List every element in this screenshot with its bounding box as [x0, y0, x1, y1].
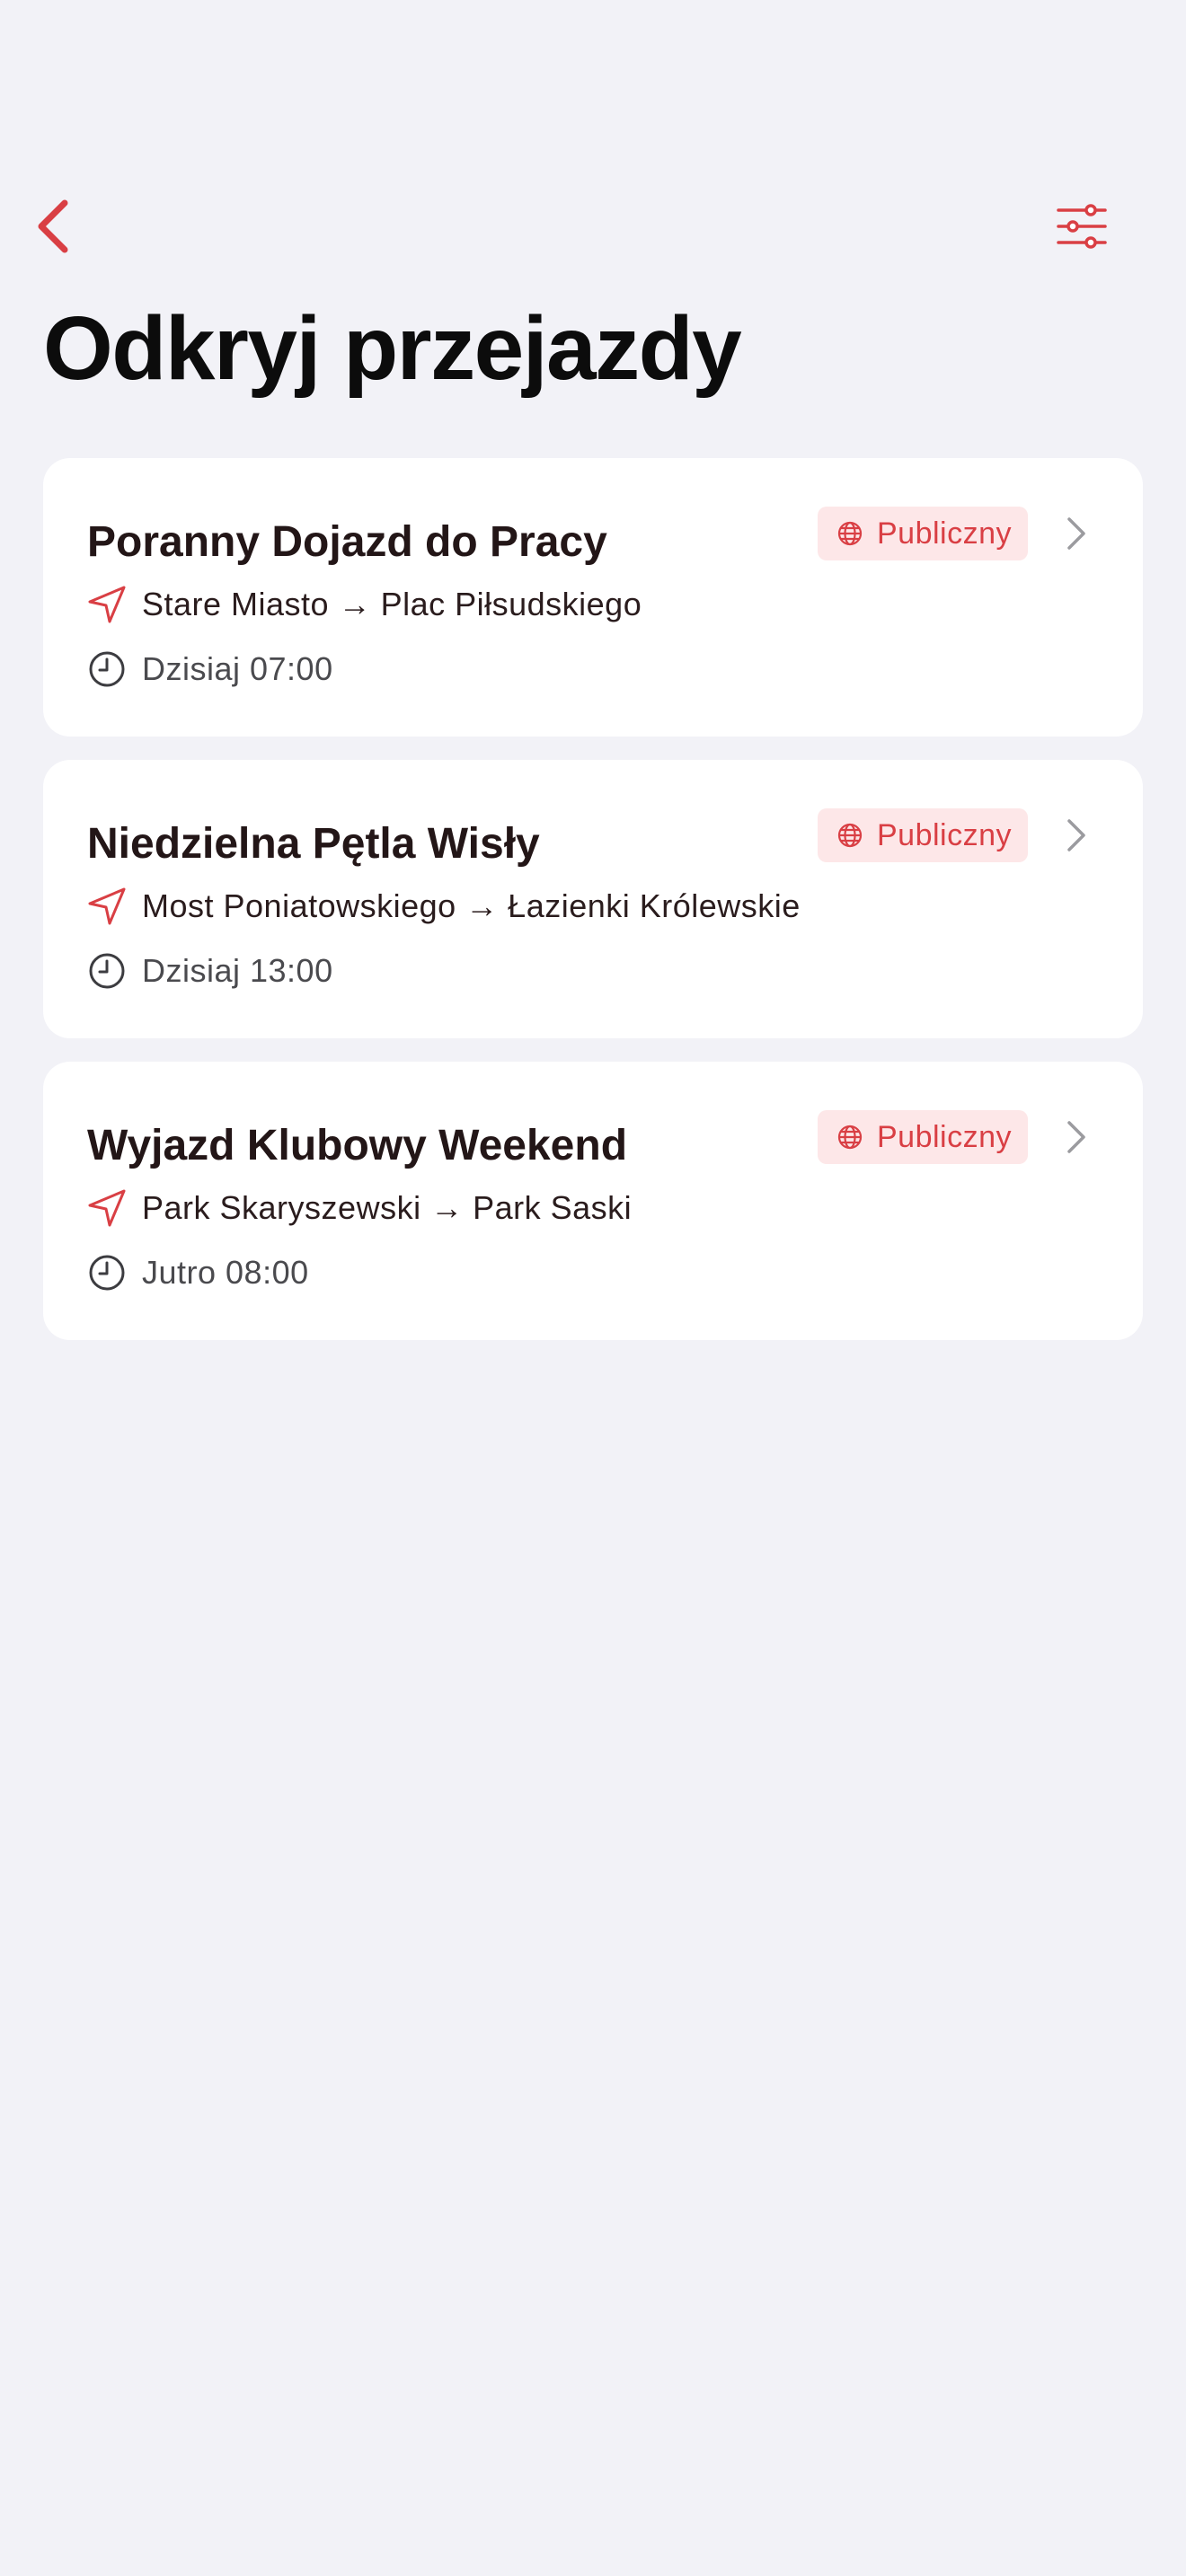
location-arrow-icon: [88, 586, 126, 623]
clock-icon: [89, 1255, 125, 1291]
location-arrow-icon: [88, 887, 126, 925]
route-text: Most Poniatowskiego → Łazienki Królewski…: [142, 887, 801, 924]
badge-label: Publiczny: [877, 516, 1013, 551]
chevron-left-icon: [38, 199, 68, 253]
badge-label: Publiczny: [877, 1119, 1013, 1154]
globe-icon: [837, 521, 863, 546]
globe-icon: [837, 823, 863, 848]
route-row: Stare Miasto → Plac Piłsudskiego: [86, 584, 642, 625]
time-text: Dzisiaj 07:00: [142, 650, 333, 687]
chevron-right-icon: [1067, 1121, 1085, 1153]
back-button[interactable]: [31, 196, 81, 257]
ride-card[interactable]: Wyjazd Klubowy Weekend Publiczny Park Sk…: [43, 1062, 1143, 1340]
route-text: Park Skaryszewski → Park Saski: [142, 1189, 633, 1226]
time-row: Jutro 08:00: [86, 1252, 309, 1293]
ride-title: Wyjazd Klubowy Weekend: [87, 1122, 628, 1169]
sliders-icon: [1057, 204, 1107, 249]
route-row: Most Poniatowskiego → Łazienki Królewski…: [86, 886, 801, 927]
time-text: Dzisiaj 13:00: [142, 952, 333, 989]
ride-card[interactable]: Niedzielna Pętla Wisły Publiczny Most Po…: [43, 760, 1143, 1038]
route-text: Stare Miasto → Plac Piłsudskiego: [142, 586, 642, 622]
globe-icon: [837, 1125, 863, 1150]
badge-label: Publiczny: [877, 817, 1013, 852]
chevron-right-icon: [1067, 819, 1085, 851]
visibility-badge: Publiczny: [818, 507, 1029, 560]
visibility-badge: Publiczny: [818, 808, 1029, 862]
time-text: Jutro 08:00: [142, 1254, 309, 1291]
chevron-right-icon: [1067, 517, 1085, 550]
visibility-badge: Publiczny: [818, 1110, 1029, 1164]
location-arrow-icon: [88, 1189, 126, 1227]
route-row: Park Skaryszewski → Park Saski: [86, 1187, 632, 1229]
ride-title: Poranny Dojazd do Pracy: [87, 518, 607, 566]
clock-icon: [89, 953, 125, 989]
time-row: Dzisiaj 07:00: [86, 648, 333, 690]
filter-button[interactable]: [1053, 199, 1111, 253]
ride-title: Niedzielna Pętla Wisły: [87, 820, 540, 868]
time-row: Dzisiaj 13:00: [86, 950, 333, 992]
ride-card[interactable]: Poranny Dojazd do Pracy Publiczny Stare …: [43, 458, 1143, 737]
page-title: Odkryj przejazdy: [43, 298, 742, 399]
clock-icon: [89, 651, 125, 687]
